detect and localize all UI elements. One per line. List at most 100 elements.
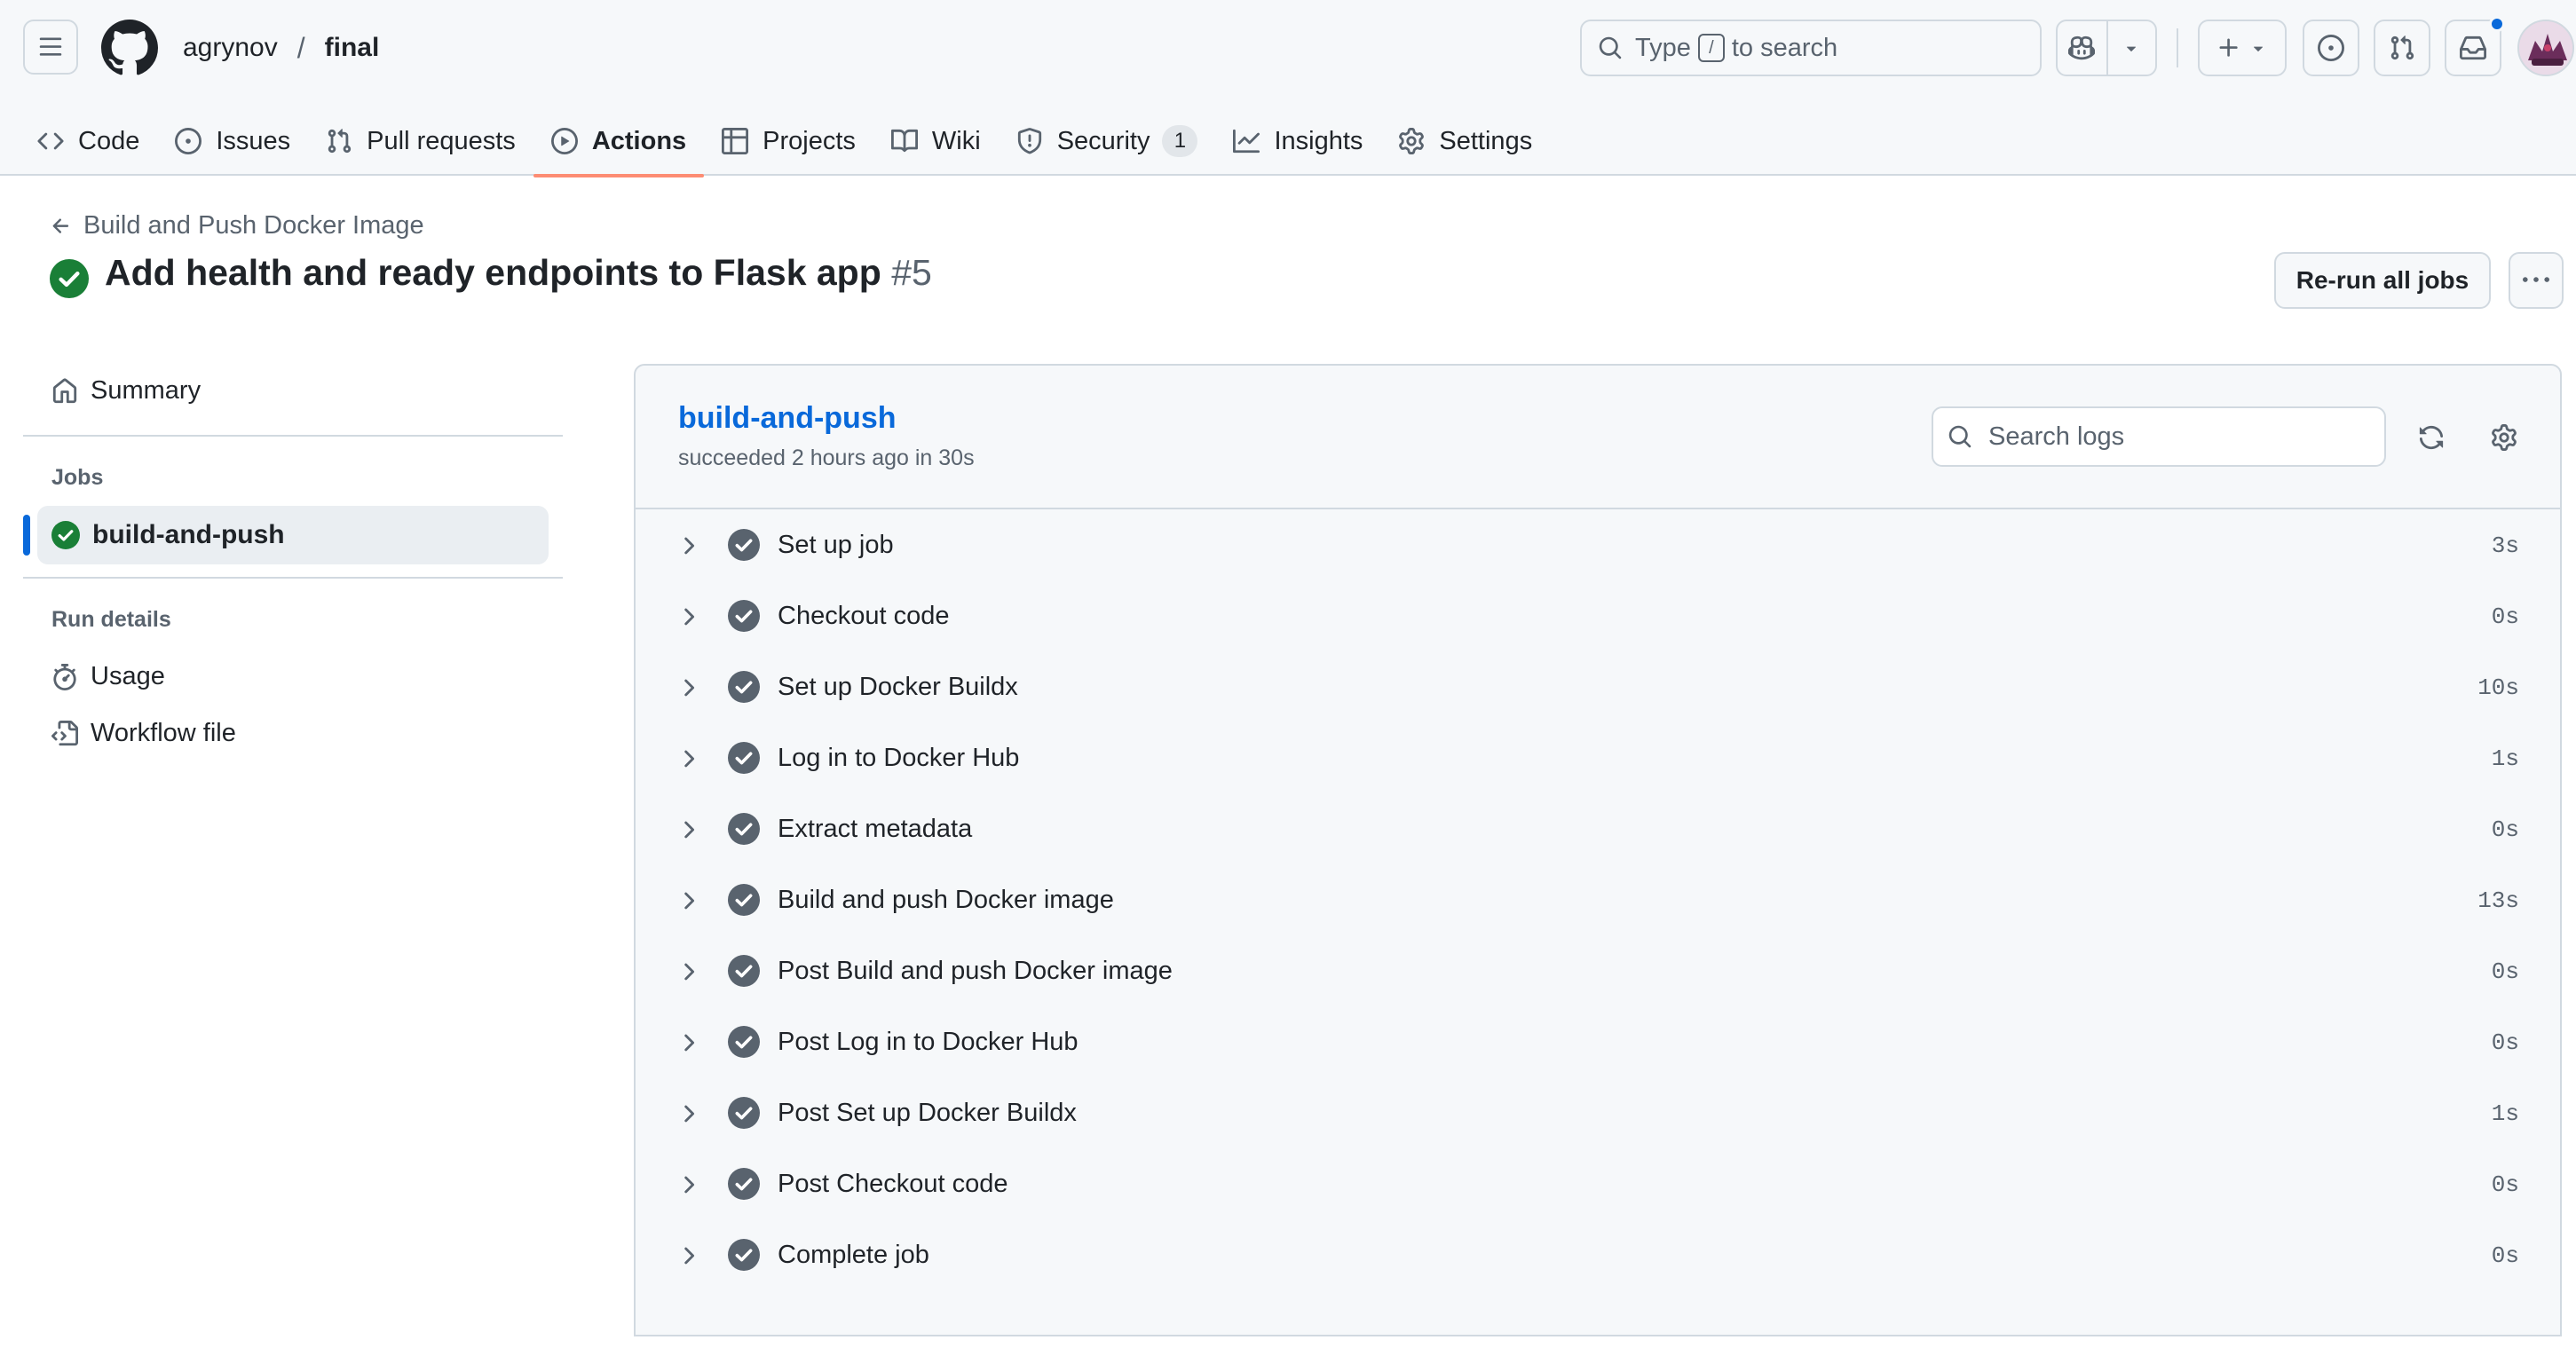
global-search-input[interactable]: Type / to search: [1580, 20, 2042, 76]
sidebar-job-label: build-and-push: [92, 520, 285, 549]
job-step-duration: 1s: [2491, 745, 2519, 772]
refresh-logs-button[interactable]: [2407, 414, 2455, 461]
copilot-button[interactable]: [2058, 21, 2106, 75]
job-step-row[interactable]: Post Log in to Docker Hub 0s: [636, 1008, 2560, 1079]
sidebar-summary-label: Summary: [91, 376, 201, 405]
job-step-row[interactable]: Set up job 3s: [636, 511, 2560, 582]
job-log-header: build-and-push succeeded 2 hours ago in …: [636, 366, 2560, 509]
run-details-heading: Run details: [51, 607, 171, 632]
tab-issues[interactable]: Issues: [157, 106, 308, 176]
run-title: Add health and ready endpoints to Flask …: [105, 252, 932, 294]
check-circle-fill-icon: [50, 259, 89, 298]
repo-nav: Code Issues Pull requests Actions Projec…: [0, 106, 1550, 177]
plus-icon: [2216, 35, 2241, 60]
workflow-back-link[interactable]: Build and Push Docker Image: [50, 211, 424, 240]
tab-wiki[interactable]: Wiki: [873, 106, 999, 176]
graph-icon: [1233, 128, 1274, 154]
check-circle-fill-icon: [728, 1168, 760, 1200]
tab-pull-requests[interactable]: Pull requests: [308, 106, 533, 176]
check-circle-fill-icon: [728, 742, 760, 774]
job-step-row[interactable]: Checkout code 0s: [636, 582, 2560, 653]
tab-label: Security: [1056, 126, 1150, 155]
chevron-right-icon[interactable]: [675, 887, 701, 914]
copilot-menu-button[interactable]: [2106, 21, 2155, 75]
sidebar-job-build-and-push[interactable]: build-and-push: [37, 506, 549, 564]
job-step-row[interactable]: Build and push Docker image 13s: [636, 866, 2560, 937]
tab-projects[interactable]: Projects: [704, 106, 873, 176]
shield-icon: [1016, 128, 1057, 154]
repo-owner-link[interactable]: agrynov: [183, 33, 278, 63]
create-new-button[interactable]: [2198, 20, 2287, 76]
play-icon: [550, 128, 592, 154]
search-prefix-text: Type: [1635, 33, 1691, 62]
open-menu-button[interactable]: [23, 20, 78, 75]
chevron-right-icon[interactable]: [675, 745, 701, 772]
your-issues-button[interactable]: [2303, 20, 2359, 76]
job-step-duration: 1s: [2491, 1100, 2519, 1127]
sidebar-usage[interactable]: Usage: [51, 662, 165, 691]
log-settings-button[interactable]: [2480, 414, 2528, 461]
jobs-heading: Jobs: [51, 465, 104, 490]
job-step-duration: 0s: [2491, 603, 2519, 630]
chevron-right-icon[interactable]: [675, 532, 701, 559]
job-name-link[interactable]: build-and-push: [678, 401, 897, 436]
tab-code[interactable]: Code: [20, 106, 157, 176]
inbox-icon: [2460, 35, 2486, 61]
search-logs-input[interactable]: Search logs: [1932, 406, 2386, 467]
repo-context: agrynov / final: [183, 27, 379, 69]
search-icon: [1598, 35, 1623, 60]
unread-notification-dot: [2489, 16, 2505, 32]
sidebar-summary[interactable]: Summary: [51, 376, 201, 406]
job-step-name: Post Checkout code: [778, 1170, 1008, 1198]
chevron-right-icon[interactable]: [675, 603, 701, 630]
chevron-right-icon[interactable]: [675, 1029, 701, 1056]
chevron-right-icon[interactable]: [675, 816, 701, 843]
tab-actions[interactable]: Actions: [533, 106, 705, 177]
check-circle-fill-icon: [728, 529, 760, 561]
job-step-row[interactable]: Post Build and push Docker image 0s: [636, 937, 2560, 1008]
check-circle-fill-icon: [728, 1239, 760, 1271]
github-logo[interactable]: [101, 20, 158, 76]
job-step-row[interactable]: Set up Docker Buildx 10s: [636, 653, 2560, 724]
sidebar-divider: [23, 435, 563, 437]
rerun-all-jobs-button[interactable]: Re-run all jobs: [2274, 252, 2491, 309]
triangle-down-icon: [2122, 38, 2141, 58]
tab-label: Settings: [1439, 126, 1533, 155]
job-step-name: Post Log in to Docker Hub: [778, 1028, 1079, 1056]
check-circle-fill-icon: [728, 1026, 760, 1058]
triangle-down-icon: [2248, 38, 2268, 58]
more-options-button[interactable]: [2509, 252, 2564, 309]
home-icon: [51, 378, 91, 405]
gear-icon: [1398, 128, 1439, 154]
tab-insights[interactable]: Insights: [1215, 106, 1380, 176]
user-avatar[interactable]: [2517, 20, 2574, 76]
repo-name-link[interactable]: final: [325, 33, 380, 63]
job-step-row[interactable]: Complete job 0s: [636, 1221, 2560, 1292]
chevron-right-icon[interactable]: [675, 674, 701, 701]
your-pull-requests-button[interactable]: [2374, 20, 2430, 76]
job-steps-list: Set up job 3s Checkout code 0s Set up Docker…: [636, 511, 2560, 1292]
tab-security[interactable]: Security 1: [999, 106, 1216, 176]
chevron-right-icon[interactable]: [675, 1242, 701, 1269]
job-step-duration: 0s: [2491, 958, 2519, 985]
job-step-row[interactable]: Extract metadata 0s: [636, 795, 2560, 866]
job-step-row[interactable]: Log in to Docker Hub 1s: [636, 724, 2560, 795]
job-log-panel: build-and-push succeeded 2 hours ago in …: [634, 364, 2562, 1336]
chevron-right-icon[interactable]: [675, 1171, 701, 1198]
tab-label: Issues: [216, 126, 291, 155]
chevron-right-icon[interactable]: [675, 1100, 701, 1127]
job-step-duration: 0s: [2491, 816, 2519, 843]
sync-icon: [2418, 424, 2445, 451]
sidebar-workflow-file[interactable]: Workflow file: [51, 719, 236, 748]
job-step-row[interactable]: Post Checkout code 0s: [636, 1150, 2560, 1221]
job-step-name: Build and push Docker image: [778, 886, 1114, 914]
global-header: agrynov / final Type / to search Code Is…: [0, 0, 2576, 177]
job-step-row[interactable]: Post Set up Docker Buildx 1s: [636, 1079, 2560, 1150]
header-divider: [2177, 28, 2178, 67]
tab-settings[interactable]: Settings: [1380, 106, 1550, 176]
job-step-duration: 0s: [2491, 1029, 2519, 1056]
table-icon: [722, 128, 763, 154]
job-step-name: Post Build and push Docker image: [778, 957, 1173, 985]
chevron-right-icon[interactable]: [675, 958, 701, 985]
copilot-button-group: [2056, 20, 2157, 76]
